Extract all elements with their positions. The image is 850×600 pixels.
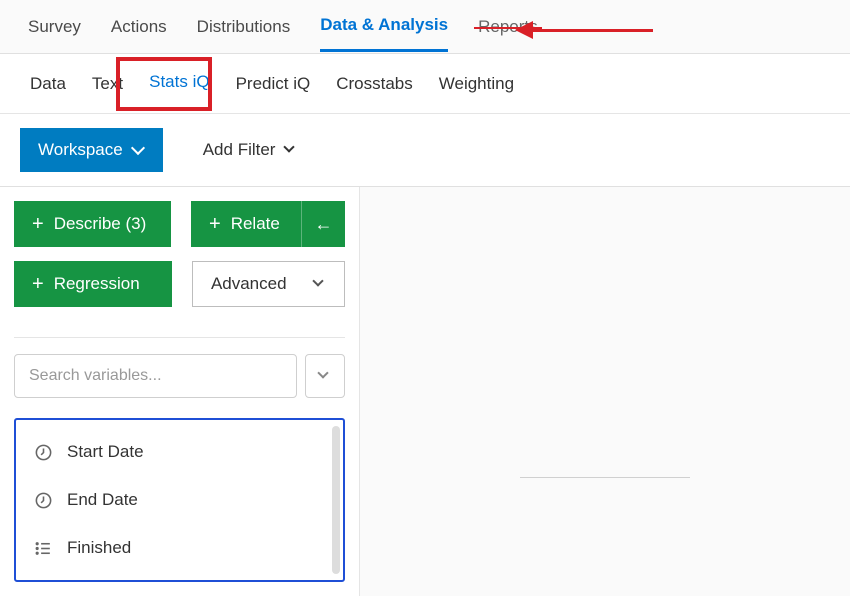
list-icon	[34, 539, 53, 558]
describe-label: Describe (3)	[54, 214, 147, 234]
search-variables-input[interactable]	[14, 354, 297, 398]
search-options-dropdown[interactable]	[305, 354, 345, 398]
workspace-dropdown[interactable]: Workspace	[20, 128, 163, 172]
top-nav: Survey Actions Distributions Data & Anal…	[0, 0, 850, 54]
toolbar: Workspace Add Filter	[0, 114, 850, 187]
sidebar: + Describe (3) + Relate ← + Regression A…	[0, 187, 360, 596]
clock-icon	[34, 443, 53, 462]
advanced-dropdown[interactable]: Advanced	[192, 261, 345, 307]
subtab-weighting[interactable]: Weighting	[437, 58, 516, 110]
arrow-left-icon: ←	[315, 214, 333, 235]
chevron-down-icon	[314, 280, 326, 288]
add-filter-label: Add Filter	[203, 140, 276, 160]
variable-item-finished[interactable]: Finished	[16, 524, 343, 572]
regression-button[interactable]: + Regression	[14, 261, 172, 307]
subtab-stats-iq[interactable]: Stats iQ	[147, 56, 211, 111]
add-filter-button[interactable]: Add Filter	[185, 128, 316, 172]
advanced-label: Advanced	[211, 274, 287, 294]
workspace-label: Workspace	[38, 140, 123, 160]
regression-label: Regression	[54, 274, 140, 294]
tab-data-analysis[interactable]: Data & Analysis	[320, 1, 448, 52]
relate-label: Relate	[231, 214, 280, 234]
tab-distributions[interactable]: Distributions	[197, 3, 291, 51]
sub-nav: Data Text Stats iQ Predict iQ Crosstabs …	[0, 54, 850, 114]
subtab-crosstabs[interactable]: Crosstabs	[334, 58, 415, 110]
chevron-down-icon	[285, 146, 297, 154]
chevron-down-icon	[133, 146, 145, 154]
subtab-predict-iq[interactable]: Predict iQ	[234, 58, 313, 110]
chevron-down-icon	[319, 372, 331, 380]
content-pane	[360, 187, 850, 596]
describe-button[interactable]: + Describe (3)	[14, 201, 171, 247]
scrollbar[interactable]	[332, 426, 340, 574]
subtab-data[interactable]: Data	[28, 58, 68, 110]
clock-icon	[34, 491, 53, 510]
plus-icon: +	[32, 214, 44, 234]
divider	[520, 477, 690, 478]
variable-item-end-date[interactable]: End Date	[16, 476, 343, 524]
tab-actions[interactable]: Actions	[111, 3, 167, 51]
tab-survey[interactable]: Survey	[28, 3, 81, 51]
variable-label: Start Date	[67, 442, 144, 462]
relate-back-button[interactable]: ←	[301, 201, 345, 247]
subtab-text[interactable]: Text	[90, 58, 125, 110]
variable-label: Finished	[67, 538, 131, 558]
plus-icon: +	[32, 274, 44, 294]
plus-icon: +	[209, 214, 221, 234]
annotation-arrow	[515, 24, 655, 36]
variables-panel: Start Date End Date Finished	[14, 418, 345, 582]
relate-button[interactable]: + Relate	[191, 201, 301, 247]
variable-label: End Date	[67, 490, 138, 510]
variable-item-start-date[interactable]: Start Date	[16, 428, 343, 476]
